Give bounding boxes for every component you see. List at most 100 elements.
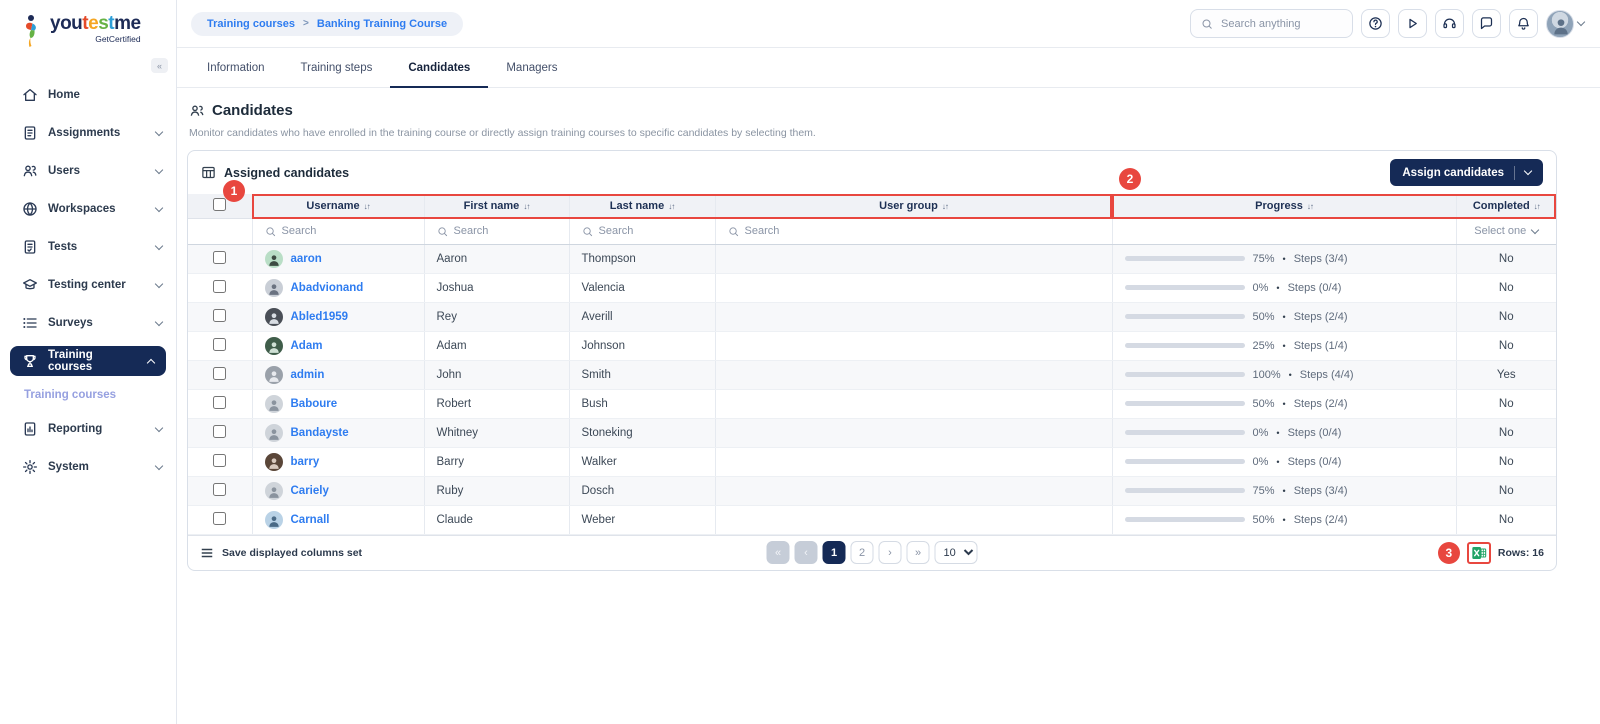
- excel-export-button[interactable]: [1467, 542, 1491, 564]
- sidebar-collapse-button[interactable]: «: [151, 58, 168, 73]
- pagination-page-2[interactable]: 2: [851, 541, 874, 564]
- sidebar-item-tests[interactable]: Tests: [0, 228, 176, 266]
- progress-bar: [1125, 343, 1245, 348]
- global-search[interactable]: [1190, 9, 1353, 38]
- row-checkbox-Adam[interactable]: [213, 338, 226, 351]
- avatar: [265, 424, 283, 442]
- sort-icon[interactable]: ↓↑: [1307, 202, 1313, 211]
- username-link[interactable]: Baboure: [291, 398, 338, 410]
- tab-candidates[interactable]: Candidates: [390, 62, 488, 87]
- sidebar-item-surveys[interactable]: Surveys: [0, 304, 176, 342]
- help-button[interactable]: [1361, 9, 1390, 38]
- sidebar-item-testing-center[interactable]: Testing center: [0, 266, 176, 304]
- row-checkbox-admin[interactable]: [213, 367, 226, 380]
- annotation-badge-1: 1: [223, 180, 245, 202]
- headset-icon: [1442, 16, 1457, 31]
- save-columns-button[interactable]: Save displayed columns set: [200, 546, 362, 560]
- table-row: Baboure Robert Bush 50% • Steps (2/4) No: [188, 389, 1556, 418]
- search-icon: [1201, 18, 1213, 30]
- row-checkbox-Cariely[interactable]: [213, 483, 226, 496]
- last-name-cell: Walker: [569, 447, 715, 476]
- sort-icon[interactable]: ↓↑: [1534, 202, 1540, 211]
- pagination-first-button[interactable]: «: [767, 541, 790, 564]
- sidebar-item-training-courses[interactable]: Training courses: [10, 346, 166, 376]
- users-icon: [22, 163, 38, 179]
- user-group-cell: [715, 418, 1112, 447]
- play-button[interactable]: [1398, 9, 1427, 38]
- username-link[interactable]: Abled1959: [291, 311, 349, 323]
- last-name-cell: Stoneking: [569, 418, 715, 447]
- row-checkbox-Baboure[interactable]: [213, 396, 226, 409]
- logo-wordmark: youtestme: [50, 13, 141, 34]
- username-link[interactable]: aaron: [291, 253, 322, 265]
- column-header-username[interactable]: Username↓↑: [252, 194, 424, 218]
- username-link[interactable]: Cariely: [291, 485, 329, 497]
- filter-input-first-name[interactable]: [454, 225, 560, 237]
- headset-button[interactable]: [1435, 9, 1464, 38]
- chat-button[interactable]: [1472, 9, 1501, 38]
- progress-steps: Steps (4/4): [1300, 369, 1354, 381]
- sidebar-item-assignments[interactable]: Assignments: [0, 114, 176, 152]
- filter-input-username[interactable]: [282, 225, 409, 237]
- username-link[interactable]: Bandayste: [291, 427, 349, 439]
- sidebar-item-reporting[interactable]: Reporting: [0, 410, 176, 448]
- search-icon: [582, 226, 593, 237]
- global-search-input[interactable]: [1221, 18, 1341, 30]
- filter-input-user-group[interactable]: [745, 225, 1052, 237]
- tab-training-steps[interactable]: Training steps: [283, 62, 391, 87]
- pagination-last-button[interactable]: »: [907, 541, 930, 564]
- sidebar-item-home[interactable]: Home: [0, 76, 176, 114]
- user-menu[interactable]: [1546, 10, 1584, 38]
- row-checkbox-aaron[interactable]: [213, 251, 226, 264]
- filter-row: Select one: [188, 218, 1556, 244]
- sort-icon[interactable]: ↓↑: [942, 202, 948, 211]
- column-header-progress[interactable]: Progress↓↑: [1112, 194, 1456, 218]
- filter-input-last-name[interactable]: [599, 225, 705, 237]
- pagination-next-button[interactable]: ›: [879, 541, 902, 564]
- row-checkbox-Carnall[interactable]: [213, 512, 226, 525]
- progress-cell: 0% • Steps (0/4): [1113, 456, 1456, 468]
- last-name-cell: Thompson: [569, 244, 715, 273]
- completed-cell: No: [1456, 331, 1556, 360]
- sidebar-item-workspaces[interactable]: Workspaces: [0, 190, 176, 228]
- pagination-page-1[interactable]: 1: [823, 541, 846, 564]
- sidebar-subitem-training-courses[interactable]: Training courses: [0, 380, 176, 410]
- topbar: Training courses > Banking Training Cour…: [177, 0, 1600, 48]
- tab-managers[interactable]: Managers: [488, 62, 575, 87]
- column-header-last-name[interactable]: Last name↓↑: [569, 194, 715, 218]
- sort-icon[interactable]: ↓↑: [668, 202, 674, 211]
- username-link[interactable]: Abadvionand: [291, 282, 364, 294]
- first-name-cell: Aaron: [424, 244, 569, 273]
- username-link[interactable]: Carnall: [291, 514, 330, 526]
- sidebar-item-system[interactable]: System: [0, 448, 176, 486]
- row-checkbox-Bandayste[interactable]: [213, 425, 226, 438]
- completed-cell: No: [1456, 476, 1556, 505]
- sidebar-item-users[interactable]: Users: [0, 152, 176, 190]
- sort-icon[interactable]: ↓↑: [364, 202, 370, 211]
- username-link[interactable]: barry: [291, 456, 320, 468]
- progress-percent: 100%: [1253, 369, 1281, 381]
- row-checkbox-Abadvionand[interactable]: [213, 280, 226, 293]
- breadcrumb-link-training-courses[interactable]: Training courses: [207, 18, 295, 30]
- assign-candidates-button[interactable]: Assign candidates: [1390, 159, 1543, 186]
- tab-information[interactable]: Information: [189, 62, 283, 87]
- chat-icon: [1479, 16, 1494, 31]
- column-header-completed[interactable]: Completed↓↑: [1456, 194, 1556, 218]
- column-header-first-name[interactable]: First name↓↑: [424, 194, 569, 218]
- username-link[interactable]: Adam: [291, 340, 323, 352]
- table-row: Cariely Ruby Dosch 75% • Steps (3/4) No: [188, 476, 1556, 505]
- column-header-user-group[interactable]: User group↓↑: [715, 194, 1112, 218]
- username-link[interactable]: admin: [291, 369, 325, 381]
- breadcrumb-link-banking-training-course[interactable]: Banking Training Course: [317, 18, 447, 30]
- select-all-checkbox[interactable]: [213, 198, 226, 211]
- training-courses-icon: [22, 353, 38, 369]
- row-checkbox-Abled1959[interactable]: [213, 309, 226, 322]
- completed-filter-select[interactable]: Select one: [1457, 225, 1557, 237]
- pagination-prev-button[interactable]: ‹: [795, 541, 818, 564]
- sort-icon[interactable]: ↓↑: [523, 202, 529, 211]
- row-checkbox-barry[interactable]: [213, 454, 226, 467]
- bell-button[interactable]: [1509, 9, 1538, 38]
- page-size-select[interactable]: 10: [935, 541, 978, 564]
- user-group-cell: [715, 331, 1112, 360]
- first-name-cell: Ruby: [424, 476, 569, 505]
